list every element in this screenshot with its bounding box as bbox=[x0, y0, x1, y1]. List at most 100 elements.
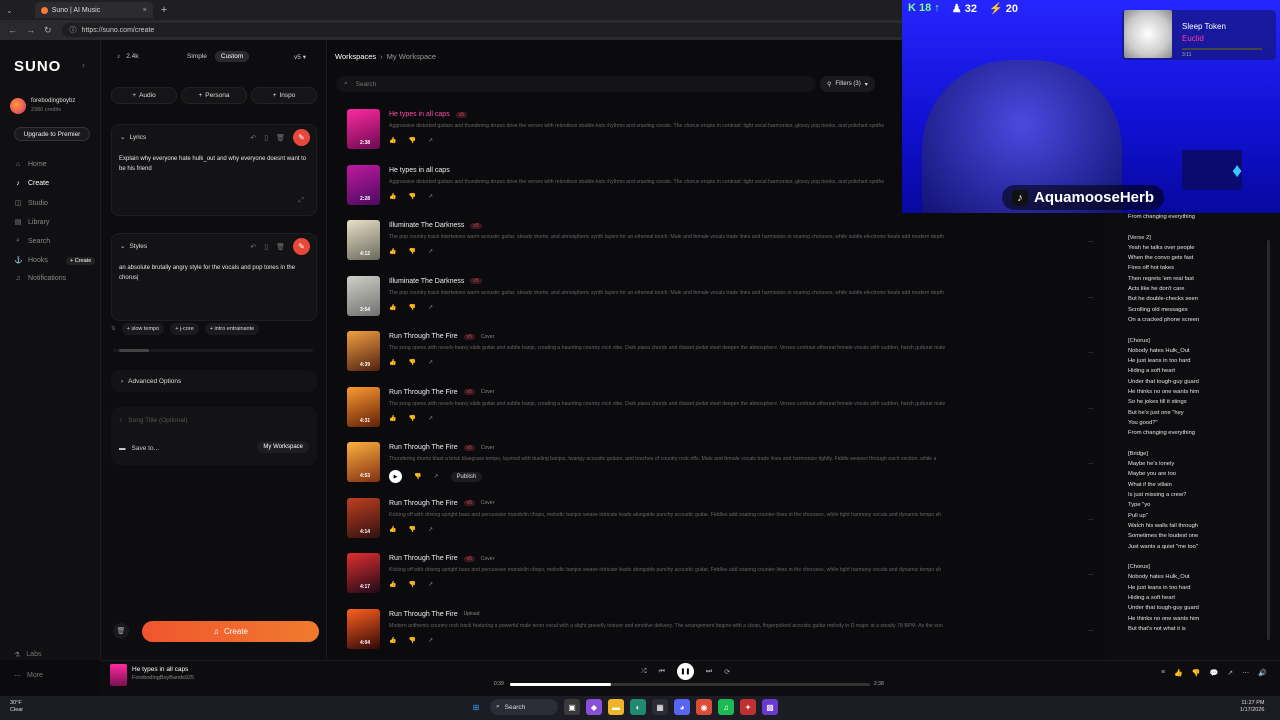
previous-icon[interactable]: ⏮ bbox=[659, 668, 665, 676]
list-item[interactable]: 4:17 Run Through The Fire v5 Cover Kicki… bbox=[347, 551, 1107, 607]
more-options-icon[interactable]: ⋯ bbox=[1087, 516, 1094, 524]
store-icon[interactable]: ▦ bbox=[652, 699, 668, 715]
clear-trash-button[interactable]: 🗑 bbox=[113, 623, 129, 639]
like-icon[interactable]: 👍 bbox=[389, 137, 396, 144]
sidebar-item-home[interactable]: ⌂ Home bbox=[14, 161, 47, 168]
lyrics-textarea[interactable]: Explain why everyone hate hulk_out and w… bbox=[119, 155, 309, 174]
list-item[interactable]: 4:04 Run Through The Fire Upload Modern … bbox=[347, 607, 1107, 663]
app-icon[interactable]: ✦ bbox=[740, 699, 756, 715]
style-tag[interactable]: + slow tempo bbox=[121, 323, 165, 335]
shuffle-icon[interactable]: ⤮ bbox=[641, 668, 647, 676]
sidebar-item-library[interactable]: ▤ Library bbox=[14, 218, 50, 227]
taskbar-search[interactable]: ⌕ Search bbox=[490, 699, 558, 715]
play-button[interactable]: ▶ bbox=[389, 470, 402, 483]
list-item[interactable]: 4:31 Run Through The Fire v5 Cover The s… bbox=[347, 385, 1107, 441]
more-options-icon[interactable]: ⋯ bbox=[1087, 238, 1094, 246]
avatar[interactable] bbox=[10, 98, 26, 114]
add-audio-button[interactable]: + Audio bbox=[111, 87, 177, 104]
dislike-icon[interactable]: 👎 bbox=[408, 304, 415, 311]
song-title-input[interactable]: ♪ Song Title (Optional) bbox=[119, 417, 188, 424]
breadcrumb-workspaces[interactable]: Workspaces bbox=[335, 52, 376, 61]
sidebar-item-more[interactable]: ⋯ More bbox=[14, 672, 43, 680]
sidebar-item-notifications[interactable]: ♫ Notifications bbox=[14, 275, 66, 282]
player-artist[interactable]: ForebodingBoyBands925 bbox=[132, 675, 194, 681]
close-tab-icon[interactable]: × bbox=[143, 7, 147, 14]
list-item[interactable]: 4:12 Illuminate The Darkness v5 The pop … bbox=[347, 218, 1107, 274]
chrome-icon[interactable]: ◉ bbox=[696, 699, 712, 715]
search-input[interactable]: ⌕ Search bbox=[336, 76, 816, 92]
volume-icon[interactable]: 🔊 bbox=[1258, 669, 1267, 677]
list-item[interactable]: 4:39 Run Through The Fire v5 Cover The s… bbox=[347, 329, 1107, 385]
dislike-icon[interactable]: 👎 bbox=[408, 415, 415, 422]
dislike-icon[interactable]: 👎 bbox=[414, 473, 421, 480]
styles-toggle[interactable]: ⌄ Styles bbox=[120, 242, 147, 251]
like-icon[interactable]: 👍 bbox=[389, 526, 396, 533]
dislike-icon[interactable]: 👎 bbox=[408, 137, 415, 144]
file-explorer-icon[interactable]: ▬ bbox=[608, 699, 624, 715]
add-inspo-button[interactable]: + Inspo bbox=[251, 87, 317, 104]
like-icon[interactable]: 👍 bbox=[389, 359, 396, 366]
list-item[interactable]: 4:14 Run Through The Fire v5 Cover Kicki… bbox=[347, 496, 1107, 552]
url-field[interactable]: ⓘ https://suno.com/create bbox=[61, 23, 932, 37]
sidebar-item-labs[interactable]: ⚗ Labs bbox=[14, 651, 41, 659]
weather-widget[interactable]: 30°F Clear bbox=[10, 700, 23, 714]
style-tag[interactable]: + j-core bbox=[170, 323, 199, 335]
advanced-options-toggle[interactable]: › Advanced Options bbox=[111, 370, 317, 392]
more-options-icon[interactable]: ⋯ bbox=[1087, 294, 1094, 302]
magic-wand-icon[interactable]: ✎ bbox=[293, 238, 310, 255]
lyrics-toggle[interactable]: ⌄ Lyrics bbox=[120, 133, 146, 142]
forward-icon[interactable]: → bbox=[26, 25, 35, 36]
edge-icon[interactable]: ◐ bbox=[630, 699, 646, 715]
share-icon[interactable]: ↗ bbox=[428, 248, 433, 255]
share-icon[interactable]: ↗ bbox=[428, 415, 433, 422]
new-tab-icon[interactable]: + bbox=[161, 4, 167, 16]
queue-icon[interactable]: ≡ bbox=[1161, 669, 1165, 677]
undo-icon[interactable]: ↶ bbox=[250, 243, 256, 251]
share-icon[interactable]: ↗ bbox=[428, 137, 433, 144]
browser-tab[interactable]: Suno | AI Music × bbox=[34, 2, 153, 18]
more-options-icon[interactable]: ⋯ bbox=[1087, 571, 1094, 579]
add-persona-button[interactable]: + Persona bbox=[181, 87, 247, 104]
mode-simple-button[interactable]: Simple bbox=[181, 51, 213, 62]
seek-bar[interactable] bbox=[510, 683, 870, 686]
app-icon[interactable]: ▩ bbox=[762, 699, 778, 715]
dislike-icon[interactable]: 👎 bbox=[408, 637, 415, 644]
upgrade-button[interactable]: Upgrade to Premier bbox=[14, 127, 90, 141]
dislike-icon[interactable]: 👎 bbox=[408, 359, 415, 366]
song-title[interactable]: Run Through The Fire bbox=[389, 444, 458, 451]
tab-menu-icon[interactable]: ⌄ bbox=[6, 6, 13, 15]
share-icon[interactable]: ↗ bbox=[1227, 669, 1233, 677]
song-title[interactable]: Run Through The Fire bbox=[389, 389, 458, 396]
expand-icon[interactable]: ⤢ bbox=[298, 197, 304, 205]
song-title[interactable]: Run Through The Fire bbox=[389, 555, 458, 562]
share-icon[interactable]: ↗ bbox=[428, 304, 433, 311]
hooks-create-badge[interactable]: + Create bbox=[66, 257, 96, 265]
song-title[interactable]: He types in all caps bbox=[389, 111, 450, 118]
redo-icon[interactable]: ▯ bbox=[264, 134, 268, 142]
mode-custom-button[interactable]: Custom bbox=[214, 51, 250, 62]
user-name[interactable]: forebodingboybz bbox=[31, 98, 75, 104]
dislike-icon[interactable]: 👎 bbox=[408, 526, 415, 533]
spotify-icon[interactable]: ♫ bbox=[718, 699, 734, 715]
dislike-icon[interactable]: 👎 bbox=[408, 581, 415, 588]
share-icon[interactable]: ↗ bbox=[428, 526, 433, 533]
like-icon[interactable]: 👍 bbox=[389, 581, 396, 588]
like-icon[interactable]: 👍 bbox=[1174, 669, 1183, 677]
site-info-icon[interactable]: ⓘ bbox=[70, 25, 77, 35]
magic-wand-icon[interactable]: ✎ bbox=[293, 129, 310, 146]
like-icon[interactable]: 👍 bbox=[389, 193, 396, 200]
filters-button[interactable]: ⚲ Filters (3) ▾ bbox=[820, 76, 875, 92]
sidebar-item-create[interactable]: ♪ Create bbox=[14, 180, 49, 187]
app-icon[interactable]: ◆ bbox=[586, 699, 602, 715]
share-icon[interactable]: ↗ bbox=[428, 193, 433, 200]
dislike-icon[interactable]: 👎 bbox=[408, 193, 415, 200]
trash-icon[interactable]: 🗑 bbox=[276, 134, 285, 142]
list-item[interactable]: 4:53 Run Through The Fire v5 Cover Thund… bbox=[347, 440, 1107, 496]
lyrics-scrollbar[interactable] bbox=[1267, 240, 1270, 640]
copy-icon[interactable]: ▯ bbox=[264, 243, 268, 251]
like-icon[interactable]: 👍 bbox=[389, 415, 396, 422]
back-icon[interactable]: ← bbox=[8, 25, 17, 36]
undo-icon[interactable]: ↶ bbox=[250, 134, 256, 142]
dislike-icon[interactable]: 👎 bbox=[408, 248, 415, 255]
collapse-sidebar-icon[interactable]: ‹ bbox=[82, 60, 85, 70]
